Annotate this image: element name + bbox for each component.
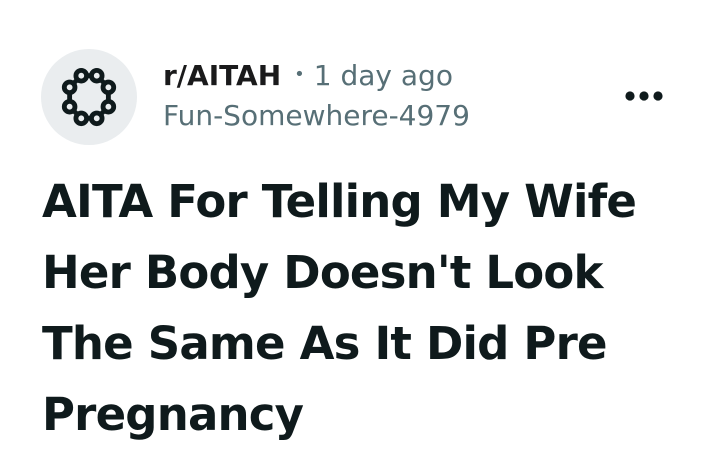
subreddit-avatar[interactable] — [41, 49, 137, 145]
author-link[interactable]: Fun-Somewhere-4979 — [163, 99, 583, 132]
post-meta: r/AITAH • 1 day ago Fun-Somewhere-4979 — [163, 56, 583, 133]
post-title[interactable]: AITA For Telling My Wife Her Body Doesn'… — [42, 166, 692, 450]
subreddit-link[interactable]: r/AITAH — [163, 59, 281, 92]
post-timestamp: 1 day ago — [313, 58, 453, 92]
subreddit-ring-icon — [61, 67, 117, 127]
more-options-button[interactable] — [616, 76, 672, 116]
post-meta-row: r/AITAH • 1 day ago — [163, 56, 583, 94]
post-card: r/AITAH • 1 day ago Fun-Somewhere-4979 A… — [0, 0, 703, 463]
more-options-icon — [625, 91, 663, 101]
meta-separator: • — [294, 63, 305, 85]
